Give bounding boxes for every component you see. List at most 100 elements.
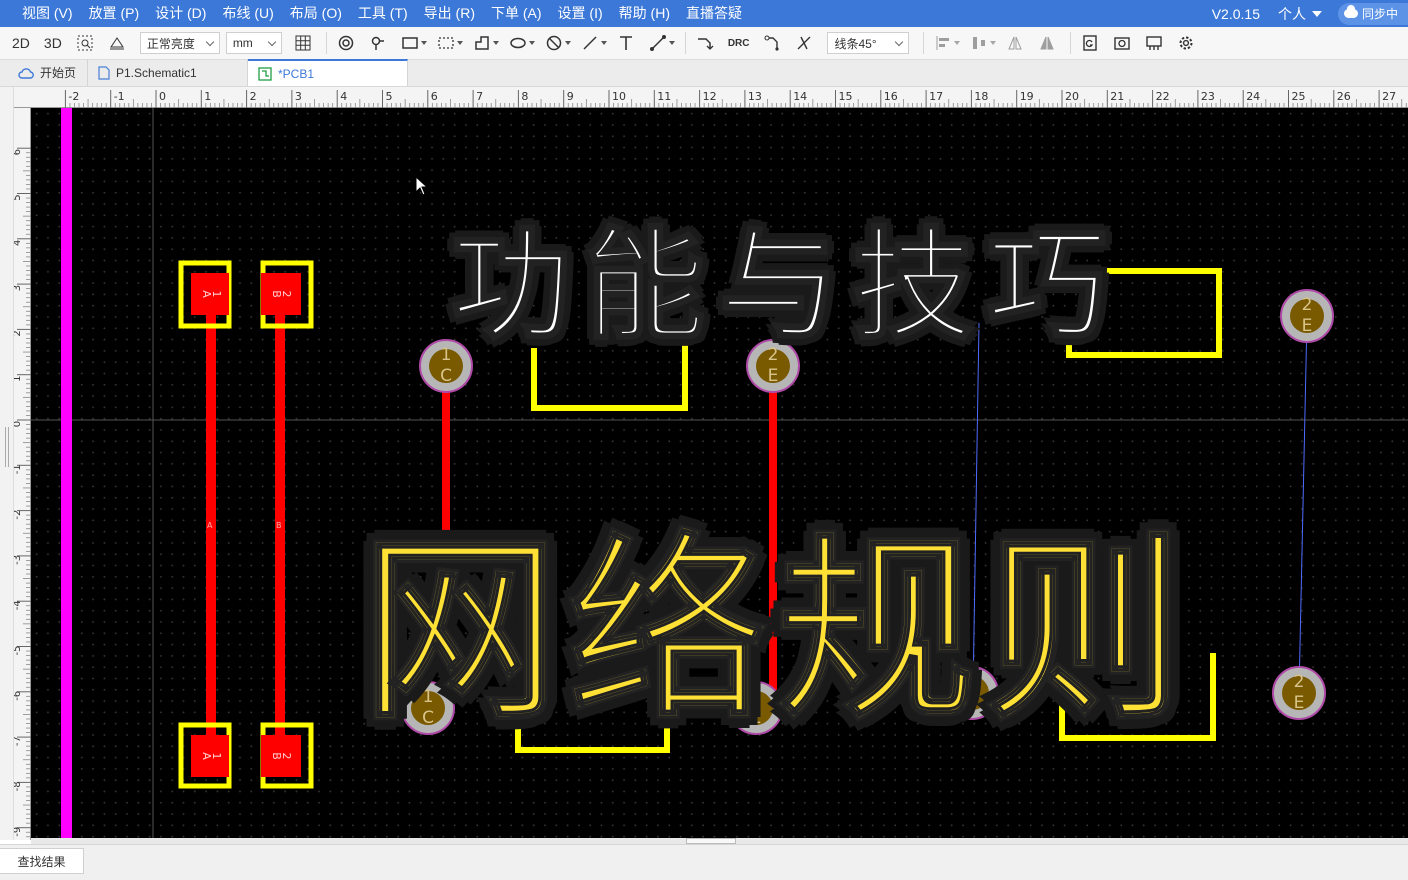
- grid-icon[interactable]: [294, 34, 312, 52]
- brightness-icon[interactable]: [108, 34, 126, 52]
- menu-item[interactable]: 下单 (A): [483, 0, 550, 27]
- document-tabs: 开始页 P1.Schematic1 *PCB1: [0, 59, 1408, 87]
- ruler-label: -1: [114, 90, 125, 103]
- menu-item[interactable]: 视图 (V): [14, 0, 81, 27]
- board-outline[interactable]: [61, 108, 72, 840]
- unit-value: mm: [232, 36, 253, 50]
- distribute-dropdown[interactable]: [970, 34, 997, 52]
- ruler-label: 14: [793, 90, 807, 103]
- ruler-label: -6: [14, 691, 23, 701]
- align-left-dropdown[interactable]: [934, 34, 961, 52]
- drc-button[interactable]: DRC: [728, 38, 750, 49]
- line-tool-dropdown[interactable]: [581, 34, 607, 52]
- brightness-select[interactable]: 正常亮度: [139, 32, 220, 54]
- pcb-canvas[interactable]: A B 1 A 2 B 1 A 2 B 1 C 2 E 2 E 1 C 2 E …: [31, 108, 1408, 840]
- flip-horizontal-icon[interactable]: [1006, 34, 1024, 52]
- menu-item[interactable]: 设置 (I): [550, 0, 611, 27]
- ruler-label: 2: [14, 330, 23, 336]
- menu-item[interactable]: 设计 (D): [147, 0, 214, 27]
- via-net-label: E: [768, 366, 779, 386]
- pad-icon[interactable]: [369, 34, 387, 52]
- ruler-label: 20: [1065, 90, 1079, 103]
- route-track-icon[interactable]: [696, 34, 714, 52]
- zoom-fit-icon[interactable]: [76, 34, 94, 52]
- ruler-label: 15: [839, 90, 853, 103]
- component-manager-icon[interactable]: [1145, 34, 1163, 52]
- unit-select[interactable]: mm: [225, 32, 282, 54]
- overlay-title: 网络规则: [358, 514, 1192, 750]
- via-label: 2: [1302, 295, 1313, 315]
- sync-status-button[interactable]: 同步中: [1337, 2, 1408, 25]
- via-label: 2: [1294, 672, 1305, 692]
- ruler-label: -2: [14, 510, 23, 520]
- menu-bar: 视图 (V) 放置 (P) 设计 (D) 布线 (U) 布局 (O) 工具 (T) 导出 (…: [0, 0, 1408, 27]
- ruler-label: -4: [14, 600, 23, 610]
- menu-items: 视图 (V) 放置 (P) 设计 (D) 布线 (U) 布局 (O) 工具 (T) 导出 (…: [0, 0, 750, 27]
- ellipse-tool-dropdown[interactable]: [509, 34, 535, 52]
- footprint-pad[interactable]: 1 A: [178, 722, 232, 789]
- ruler-label: -8: [14, 781, 23, 791]
- ruler-label: 1: [14, 376, 23, 382]
- tab-schematic[interactable]: P1.Schematic1: [88, 59, 248, 86]
- menu-item[interactable]: 直播答疑: [678, 0, 750, 27]
- via-icon[interactable]: [337, 34, 355, 52]
- ruler-label: 17: [929, 90, 943, 103]
- ruler-label: 0: [159, 90, 166, 103]
- ruler-label: 6: [431, 90, 438, 103]
- ruler-label: 27: [1382, 90, 1396, 103]
- library-icon[interactable]: [1081, 34, 1099, 52]
- polygon-tool-dropdown[interactable]: [473, 34, 499, 52]
- menu-item[interactable]: 布局 (O): [282, 0, 350, 27]
- dimension-tool-dropdown[interactable]: [649, 34, 675, 52]
- ruler-label: 22: [1156, 90, 1170, 103]
- footprint-pad[interactable]: 2 B: [260, 260, 314, 329]
- account-menu[interactable]: 个人: [1278, 4, 1322, 24]
- via-net-label: E: [1294, 693, 1305, 713]
- menu-item[interactable]: 工具 (T): [350, 0, 416, 27]
- rectangle-tool-dropdown[interactable]: [401, 34, 427, 52]
- ruler-label: 19: [1020, 90, 1034, 103]
- no-connect-tool-dropdown[interactable]: [545, 34, 571, 52]
- tab-home[interactable]: 开始页: [8, 59, 88, 86]
- menu-item[interactable]: 放置 (P): [81, 0, 148, 27]
- ruler-label: 26: [1337, 90, 1351, 103]
- ruler-label: -2: [68, 90, 79, 103]
- chevron-down-icon: [1311, 10, 1322, 17]
- view-2d-button[interactable]: 2D: [12, 35, 30, 51]
- route-angle-value: 线条45°: [834, 36, 877, 51]
- ruler-label: -7: [14, 736, 23, 746]
- menu-right: V2.0.15 个人 同步中: [1212, 0, 1408, 27]
- via[interactable]: 2 E: [1280, 289, 1334, 343]
- text-tool-icon[interactable]: [617, 34, 635, 52]
- ruler-label: 12: [703, 90, 717, 103]
- ruler-label: -1: [14, 464, 23, 474]
- ruler-label: 23: [1201, 90, 1215, 103]
- tab-schematic-label: P1.Schematic1: [116, 65, 197, 80]
- flip-vertical-icon[interactable]: [1038, 34, 1056, 52]
- tab-pcb[interactable]: *PCB1: [248, 59, 408, 86]
- via[interactable]: 2 E: [1272, 666, 1326, 720]
- view-3d-button[interactable]: 3D: [44, 35, 62, 51]
- tab-find-results[interactable]: 查找结果: [0, 848, 84, 874]
- route-angle-select[interactable]: 线条45°: [827, 32, 910, 54]
- ruler-label: 24: [1246, 90, 1260, 103]
- ruler-label: 4: [340, 90, 347, 103]
- ratsnest-line: [1298, 317, 1308, 694]
- gear-icon[interactable]: [1177, 34, 1195, 52]
- menu-item[interactable]: 帮助 (H): [611, 0, 678, 27]
- footprint-pad[interactable]: 1 A: [178, 260, 232, 329]
- menu-item[interactable]: 导出 (R): [416, 0, 483, 27]
- menu-item[interactable]: 布线 (U): [214, 0, 281, 27]
- left-panel-collapsed[interactable]: [0, 87, 14, 840]
- document-icon: [98, 65, 110, 80]
- bottom-panel: 查找结果: [0, 844, 1408, 880]
- region-tool-dropdown[interactable]: [437, 34, 463, 52]
- ruler-label: 10: [612, 90, 626, 103]
- diff-pair-icon[interactable]: [763, 34, 781, 52]
- panel-grip-handle[interactable]: [5, 427, 9, 467]
- length-tune-icon[interactable]: [795, 34, 813, 52]
- import-image-icon[interactable]: [1113, 34, 1131, 52]
- pad-net-label: B: [270, 752, 283, 760]
- toolbar-divider: [1070, 32, 1072, 54]
- pad-net-label: A: [200, 290, 213, 298]
